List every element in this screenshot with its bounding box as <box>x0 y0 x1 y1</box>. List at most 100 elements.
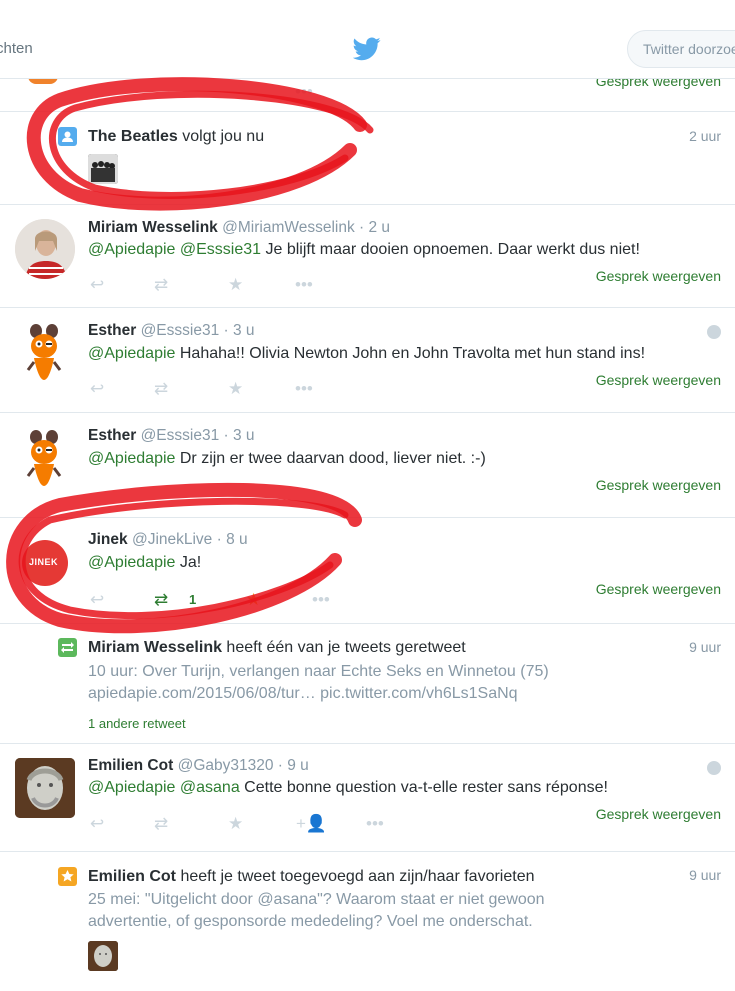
avatar[interactable] <box>15 428 75 488</box>
tweet-text: @Apiedapie @Esssie31 Je blijft maar dooi… <box>88 241 640 258</box>
mention-link[interactable]: @Apiedapie <box>88 779 175 796</box>
reply-icon[interactable]: ↩ <box>90 590 104 610</box>
more-icon[interactable]: ••• <box>295 379 313 399</box>
tweet-header: Emilien Cot @Gaby31320 · 9 u <box>88 757 309 775</box>
star-icon <box>58 867 77 886</box>
nav-messages-link[interactable]: chten <box>0 40 33 57</box>
view-conversation-link[interactable]: Gesprek weergeven <box>596 806 721 822</box>
tweet[interactable]: JINEK Jinek @JinekLive · 8 u @Apiedapie … <box>0 518 735 624</box>
avatar[interactable] <box>88 154 118 184</box>
retweet-icon[interactable]: ⇄ <box>154 275 168 295</box>
notification-title: Emilien Cot heeft je tweet toegevoegd aa… <box>88 868 535 885</box>
user-name[interactable]: Emilien Cot <box>88 757 173 774</box>
top-navigation: chten Twitter doorzoeken <box>0 0 735 79</box>
reply-icon[interactable]: ↩ <box>90 814 104 834</box>
user-name[interactable]: Jinek <box>88 531 128 548</box>
timestamp[interactable]: 9 uur <box>689 867 721 883</box>
notification-title: The Beatles volgt jou nu <box>88 128 265 145</box>
user-name[interactable]: The Beatles <box>88 128 178 145</box>
other-retweets-link[interactable]: 1 andere retweet <box>88 716 186 731</box>
timestamp[interactable]: · 3 u <box>224 322 255 339</box>
user-name[interactable]: Miriam Wesselink <box>88 219 218 236</box>
mention-link[interactable]: @asana <box>180 779 240 796</box>
user-name[interactable]: Miriam Wesselink <box>88 639 222 656</box>
avatar[interactable] <box>15 219 75 279</box>
timestamp[interactable]: 9 uur <box>689 639 721 655</box>
tweet-header: Jinek @JinekLive · 8 u <box>88 531 248 549</box>
avatar-logo-text: JINEK <box>29 557 59 567</box>
user-handle[interactable]: @Esssie31 <box>141 322 220 339</box>
star-icon[interactable]: ★ <box>228 275 243 295</box>
avatar[interactable] <box>15 322 75 382</box>
star-icon[interactable]: ★ <box>246 590 261 610</box>
avatar[interactable] <box>15 758 75 818</box>
user-handle[interactable]: @Gaby31320 <box>178 757 274 774</box>
retweet-icon[interactable]: ⇄ <box>154 814 168 834</box>
avatar[interactable] <box>88 941 118 971</box>
reply-icon[interactable]: ↩ <box>90 275 104 295</box>
tweet-actions: ↩ ⇄ ★ ••• <box>88 379 348 399</box>
user-handle[interactable]: @JinekLive <box>132 531 212 548</box>
star-icon[interactable]: ★ <box>228 379 243 399</box>
mention-link[interactable]: @Apiedapie <box>88 241 175 258</box>
mention-link[interactable]: @Apiedapie <box>88 450 175 467</box>
tweet[interactable]: Emilien Cot @Gaby31320 · 9 u @Apiedapie … <box>0 744 735 852</box>
tweet-header: Esther @Esssie31 · 3 u <box>88 427 255 445</box>
tweet-snippet: advertentie, of gesponsorde mededeling? … <box>88 913 533 930</box>
search-input[interactable]: Twitter doorzoeken <box>627 30 735 68</box>
tweet-text: @Apiedapie @asana Cette bonne question v… <box>88 779 608 796</box>
follow-icon <box>58 127 77 146</box>
tweet-snippet-links[interactable]: apiedapie.com/2015/06/08/tur… pic.twitte… <box>88 683 518 705</box>
tweet-header: Miriam Wesselink @MiriamWesselink · 2 u <box>88 219 390 237</box>
timestamp[interactable]: · 3 u <box>224 427 255 444</box>
view-conversation-link[interactable]: Gesprek weergeven <box>596 477 721 493</box>
tweet-header: Esther @Esssie31 · 3 u <box>88 322 255 340</box>
mention-link[interactable]: @Apiedapie <box>88 345 175 362</box>
notification-stream: ••• Gesprek weergeven The Beatles volgt … <box>0 0 735 991</box>
view-conversation-link[interactable]: Gesprek weergeven <box>596 372 721 388</box>
view-conversation-link[interactable]: Gesprek weergeven <box>596 268 721 284</box>
retweet-count: 1 <box>189 592 197 607</box>
mention-link[interactable]: @asana <box>257 891 317 908</box>
mention-link[interactable]: @Esssie31 <box>180 241 261 258</box>
tweet-actions: ↩ ⇄ 1 ★ ••• <box>88 590 348 610</box>
tweet-snippet: 10 uur: Over Turijn, verlangen naar Echt… <box>88 663 549 680</box>
timestamp[interactable]: 2 uur <box>689 128 721 144</box>
reply-icon[interactable]: ↩ <box>90 379 104 399</box>
more-icon[interactable]: ••• <box>295 275 313 295</box>
tweet-actions: ↩ ⇄ ★ +👤 ••• <box>88 814 384 834</box>
favorite-notification[interactable]: Emilien Cot heeft je tweet toegevoegd aa… <box>0 852 735 991</box>
avatar[interactable]: JINEK <box>22 540 68 586</box>
more-icon[interactable]: ••• <box>366 814 384 834</box>
tweet[interactable]: Esther @Esssie31 · 3 u @Apiedapie Dr zij… <box>0 413 735 518</box>
user-name[interactable]: Emilien Cot <box>88 868 176 885</box>
follow-icon[interactable]: +👤 <box>296 814 327 834</box>
user-name[interactable]: Esther <box>88 427 136 444</box>
follow-notification[interactable]: The Beatles volgt jou nu 2 uur <box>0 112 735 205</box>
globe-icon <box>707 325 721 339</box>
view-conversation-link[interactable]: Gesprek weergeven <box>596 581 721 597</box>
retweet-icon <box>58 638 77 657</box>
retweet-icon[interactable]: ⇄ <box>154 590 168 610</box>
tweet-snippet: 25 mei: "Uitgelicht door @asana"? Waarom… <box>88 891 545 908</box>
retweet-notification[interactable]: Miriam Wesselink heeft één van je tweets… <box>0 624 735 744</box>
tweet-actions: ↩ ⇄ ★ ••• <box>88 275 348 295</box>
tweet-text: @Apiedapie Dr zijn er twee daarvan dood,… <box>88 450 486 467</box>
retweet-icon[interactable]: ⇄ <box>154 379 168 399</box>
star-icon[interactable]: ★ <box>228 814 243 834</box>
user-handle[interactable]: @MiriamWesselink <box>222 219 355 236</box>
tweet-text: @Apiedapie Hahaha!! Olivia Newton John e… <box>88 345 646 362</box>
more-icon[interactable]: ••• <box>295 82 313 102</box>
tweet-text: @Apiedapie Ja! <box>88 554 202 571</box>
user-handle[interactable]: @Esssie31 <box>141 427 220 444</box>
user-name[interactable]: Esther <box>88 322 136 339</box>
more-icon[interactable]: ••• <box>312 590 330 610</box>
tweet[interactable]: Miriam Wesselink @MiriamWesselink · 2 u … <box>0 205 735 308</box>
mention-link[interactable]: @Apiedapie <box>88 554 175 571</box>
timestamp[interactable]: · 9 u <box>278 757 309 774</box>
notification-title: Miriam Wesselink heeft één van je tweets… <box>88 639 466 656</box>
timestamp[interactable]: · 8 u <box>217 531 248 548</box>
tweet[interactable]: Esther @Esssie31 · 3 u @Apiedapie Hahaha… <box>0 308 735 413</box>
twitter-bird-icon[interactable] <box>353 37 381 61</box>
timestamp[interactable]: · 2 u <box>359 219 390 236</box>
